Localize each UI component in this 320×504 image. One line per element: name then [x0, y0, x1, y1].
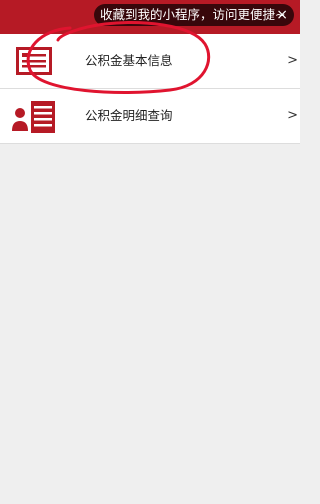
top-header-bar: 收藏到我的小程序，访问更便捷~ × [0, 0, 300, 34]
chevron-right-icon: > [287, 108, 298, 123]
menu-list: 公积金基本信息 > 公积金明细查询 > [0, 34, 300, 144]
menu-item-label: 公积金明细查询 [85, 108, 173, 123]
menu-item-detail-query[interactable]: 公积金明细查询 > [0, 89, 300, 144]
id-card-icon [10, 42, 58, 80]
user-list-icon [10, 97, 58, 135]
close-icon[interactable]: × [276, 4, 288, 26]
add-to-favorites-tip[interactable]: 收藏到我的小程序，访问更便捷~ × [94, 4, 294, 26]
menu-item-label: 公积金基本信息 [85, 53, 173, 68]
favorite-tip-text: 收藏到我的小程序，访问更便捷~ [100, 7, 286, 22]
menu-item-basic-info[interactable]: 公积金基本信息 > [0, 34, 300, 89]
chevron-right-icon: > [287, 53, 298, 68]
